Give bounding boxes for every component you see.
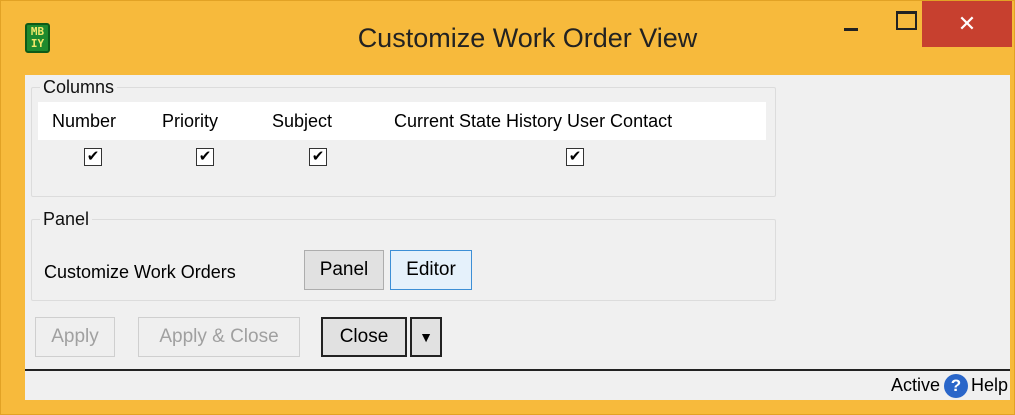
dialog-content: Columns Number Priority Subject Current … (25, 75, 1010, 399)
close-window-button[interactable]: ✕ (922, 1, 1012, 47)
maximize-icon[interactable] (879, 1, 927, 43)
minimize-icon[interactable] (827, 1, 875, 43)
columns-grid: Number Priority Subject Current State Hi… (38, 102, 766, 172)
editor-button[interactable]: Editor (390, 250, 472, 290)
customize-work-orders-label: Customize Work Orders (44, 262, 236, 282)
title-bar[interactable]: MB IY Customize Work Order View ✕ (1, 1, 1014, 75)
checkbox-contact[interactable]: ✔ (566, 148, 584, 166)
help-icon[interactable]: ? (944, 374, 968, 398)
apply-button[interactable]: Apply (35, 317, 115, 357)
close-button[interactable]: Close (321, 317, 407, 357)
help-link[interactable]: Help (971, 375, 1008, 396)
checkbox-number[interactable]: ✔ (84, 148, 102, 166)
status-state: Active (890, 375, 940, 395)
close-options-dropdown-icon[interactable]: ▼ (410, 317, 442, 357)
column-header-contact: Current State History User Contact (394, 111, 673, 131)
panel-groupbox: Panel Customize Work Orders Panel Editor (31, 209, 776, 301)
columns-group-title: Columns (40, 77, 118, 98)
apply-close-button[interactable]: Apply & Close (138, 317, 300, 357)
panel-group-title: Panel (40, 209, 93, 230)
column-header-priority: Priority (162, 111, 219, 131)
panel-button[interactable]: Panel (304, 250, 384, 290)
columns-header-row: Number Priority Subject Current State Hi… (38, 102, 766, 140)
column-header-subject: Subject (272, 111, 333, 131)
checkbox-priority[interactable]: ✔ (196, 148, 214, 166)
dialog-window: MB IY Customize Work Order View ✕ Column… (0, 0, 1015, 415)
status-bar: Active ? Help (25, 369, 1010, 400)
checkbox-subject[interactable]: ✔ (309, 148, 327, 166)
column-header-number: Number (52, 111, 117, 131)
columns-groupbox: Columns Number Priority Subject Current … (31, 77, 776, 197)
